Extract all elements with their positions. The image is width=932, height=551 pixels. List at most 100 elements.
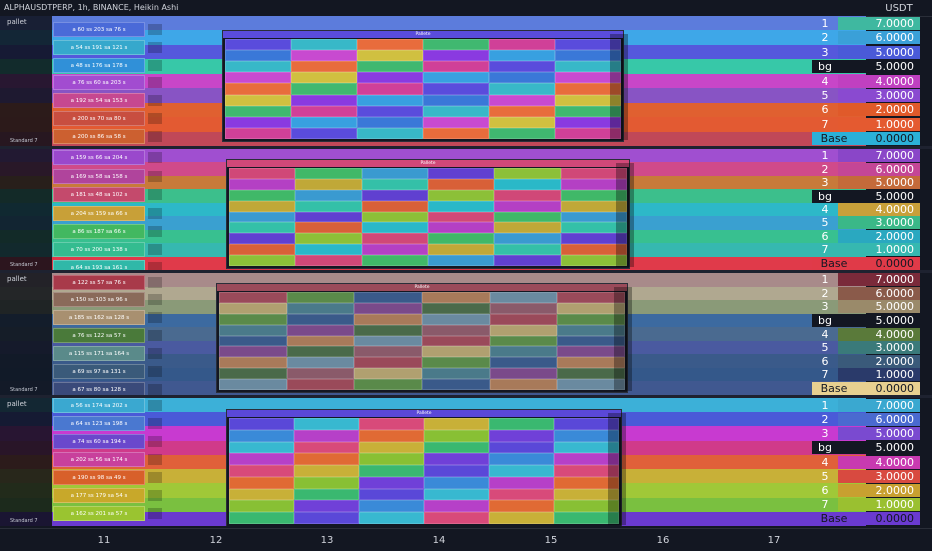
palette-cell	[291, 39, 357, 51]
price-level-label[interactable]: 1 7.0000	[812, 273, 920, 287]
level-name: 6	[821, 103, 829, 117]
swatch-shadow	[148, 348, 162, 359]
palette-cell	[359, 512, 424, 524]
palette-cell	[494, 222, 561, 234]
price-level-label[interactable]: 3 5.0000	[812, 45, 920, 59]
palette-cell	[225, 72, 291, 84]
level-name: 4	[821, 455, 829, 469]
palette-cell	[489, 292, 558, 303]
palette-cell	[295, 255, 362, 266]
level-value: 6.0000	[838, 31, 920, 45]
price-level-label[interactable]: Base 0.0000	[812, 256, 920, 270]
price-level-label[interactable]: 2 6.0000	[812, 286, 920, 300]
price-level-label[interactable]: Base 0.0000	[812, 512, 920, 526]
palette-cell	[286, 313, 355, 325]
price-level-label[interactable]: 4 4.0000	[812, 74, 920, 88]
price-level-label[interactable]: 1 7.0000	[812, 398, 920, 412]
price-axis-unit[interactable]: USDT	[866, 0, 932, 17]
level-value: 4.0000	[838, 455, 920, 469]
palette-cell	[489, 465, 554, 477]
price-level-label[interactable]: 2 6.0000	[812, 412, 920, 426]
indicator-pane-1[interactable]: pallet Standard 7 a 60 ss 203 sa 76 s a 54 …	[0, 16, 932, 146]
level-value: 7.0000	[838, 273, 920, 287]
palette-cell	[361, 178, 428, 190]
palette-cell	[359, 500, 424, 513]
color-swatch-cell: a 185 ss 162 sa 128 s	[53, 310, 145, 325]
price-level-label[interactable]: 3 5.0000	[812, 176, 920, 190]
price-level-label[interactable]: bg 5.0000	[812, 189, 920, 203]
price-level-label[interactable]: 3 5.0000	[812, 300, 920, 314]
price-level-label[interactable]: 5 3.0000	[812, 469, 920, 483]
palette-cell	[423, 116, 489, 128]
palette-title: Pallete	[223, 31, 623, 38]
indicator-pane-2[interactable]: Standard 7 a 159 ss 66 sa 204 s a 169 ss 5…	[0, 149, 932, 270]
price-level-label[interactable]: 7 1.0000	[812, 368, 920, 382]
level-name: 6	[821, 483, 829, 497]
swatch-shadow	[148, 330, 162, 341]
pane-left-shade	[0, 398, 52, 526]
level-name: 2	[821, 286, 829, 300]
price-level-label[interactable]: 1 7.0000	[812, 16, 920, 30]
level-name: 1	[821, 273, 829, 287]
indicator-pane-3[interactable]: pallet Standard 7 a 122 ss 57 sa 76 s a 150…	[0, 273, 932, 395]
price-level-label[interactable]: bg 5.0000	[812, 441, 920, 455]
price-level-label[interactable]: 2 6.0000	[812, 31, 920, 45]
time-axis-tick: 17	[767, 535, 781, 546]
price-level-label[interactable]: 5 3.0000	[812, 341, 920, 355]
palette-cell	[219, 368, 287, 380]
palette-cell	[428, 178, 495, 190]
price-level-label[interactable]: Base 0.0000	[812, 381, 920, 395]
level-value: 2.0000	[838, 354, 920, 368]
palette-grid	[225, 39, 621, 139]
pane-label: pallet	[7, 18, 27, 26]
palette-cell	[294, 418, 359, 430]
price-level-label[interactable]: bg 5.0000	[812, 60, 920, 74]
palette-cell	[489, 512, 554, 524]
price-level-label[interactable]: 6 2.0000	[812, 354, 920, 368]
price-level-label[interactable]: bg 5.0000	[812, 313, 920, 327]
palette-cell	[295, 168, 362, 179]
price-level-label[interactable]: 1 7.0000	[812, 149, 920, 163]
level-name: 2	[821, 412, 829, 426]
swatch-shadow	[148, 366, 162, 377]
price-level-label[interactable]: 4 4.0000	[812, 327, 920, 341]
palette-cell	[294, 476, 359, 489]
color-swatch-cell: a 169 ss 58 sa 158 s	[53, 169, 145, 184]
palette-cell	[423, 61, 489, 73]
palette-cell	[489, 368, 558, 380]
chart-area[interactable]: pallet Standard 7 a 60 ss 203 sa 76 s a 54 …	[0, 0, 932, 550]
palette-cell	[424, 418, 489, 430]
palette-cell	[354, 368, 422, 380]
palette-cell	[359, 488, 424, 501]
level-value: 1.0000	[838, 498, 920, 512]
time-axis[interactable]: 11 12 13 14 15 16 17	[0, 528, 932, 551]
price-level-label[interactable]: 6 2.0000	[812, 229, 920, 243]
palette-cell	[357, 105, 423, 117]
price-level-label[interactable]: 5 3.0000	[812, 88, 920, 102]
price-level-label[interactable]: 7 1.0000	[812, 117, 920, 131]
palette-cell	[354, 335, 422, 347]
price-level-label[interactable]: 4 4.0000	[812, 455, 920, 469]
palette-cell	[361, 189, 428, 201]
price-level-label[interactable]: 3 5.0000	[812, 427, 920, 441]
price-level-label[interactable]: 6 2.0000	[812, 103, 920, 117]
palette-shadow	[608, 413, 626, 525]
palette-table: Pallete	[226, 409, 622, 526]
price-level-label[interactable]: 7 1.0000	[812, 243, 920, 257]
palette-cell	[225, 127, 291, 139]
price-level-label[interactable]: 2 6.0000	[812, 162, 920, 176]
level-value: 7.0000	[838, 149, 920, 163]
price-level-label[interactable]: 6 2.0000	[812, 483, 920, 497]
price-level-label[interactable]: Base 0.0000	[812, 132, 920, 146]
palette-cell	[424, 465, 489, 477]
palette-cell	[421, 302, 490, 314]
palette-cell	[229, 465, 294, 477]
color-swatch-cell: a 200 ss 86 sa 58 s	[53, 129, 145, 144]
indicator-pane-4[interactable]: pallet Standard 7 a 56 ss 174 sa 202 s a 64…	[0, 398, 932, 526]
level-value: 5.0000	[875, 441, 915, 455]
level-name: 5	[821, 216, 829, 230]
palette-cell	[295, 178, 362, 190]
price-level-label[interactable]: 7 1.0000	[812, 498, 920, 512]
price-level-label[interactable]: 5 3.0000	[812, 216, 920, 230]
price-level-label[interactable]: 4 4.0000	[812, 203, 920, 216]
